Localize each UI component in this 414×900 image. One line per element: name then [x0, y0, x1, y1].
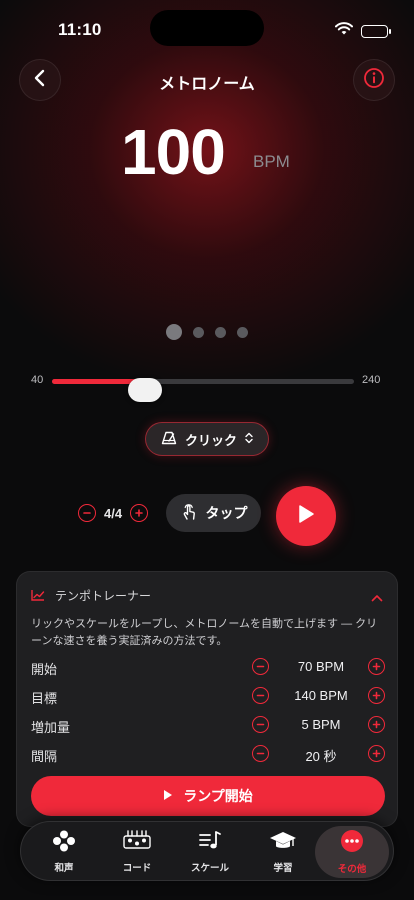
target-decrease-button[interactable]: [252, 687, 269, 704]
minus-icon: [256, 665, 265, 668]
time-signature-increase-button[interactable]: [130, 504, 149, 522]
time-signature-value: 4/4: [104, 505, 123, 521]
row-label: 間隔: [31, 749, 58, 764]
row-label: 目標: [31, 691, 58, 706]
info-icon: [363, 67, 385, 94]
minus-icon: [83, 512, 91, 514]
slider-max-label: 240: [362, 374, 381, 386]
bpm-display: 100 BPM: [0, 112, 414, 192]
nav-item-learn[interactable]: 学習: [246, 826, 320, 878]
interval-increase-button[interactable]: [368, 745, 385, 762]
slider-track[interactable]: [52, 378, 354, 402]
graduation-cap-icon: [269, 830, 297, 857]
trainer-row-interval: 間隔 20 秒: [31, 743, 385, 765]
battery-icon: [361, 24, 391, 38]
plus-icon: [372, 749, 381, 758]
nav-item-harmony[interactable]: 和声: [27, 826, 101, 878]
plus-icon: [372, 691, 381, 700]
interval-decrease-button[interactable]: [252, 745, 269, 762]
tempo-trainer-description: リックやスケールをループし、メトロノームを自動で上げます — クリーンな速さを養…: [31, 618, 378, 647]
beat-dot: [237, 326, 248, 338]
chord-icon: [122, 830, 152, 857]
scale-icon: [198, 830, 222, 857]
status-icons: [335, 22, 391, 40]
harmony-icon: [52, 830, 76, 857]
bpm-unit: BPM: [253, 152, 290, 171]
nav-label: 学習: [273, 863, 293, 874]
beat-indicator: [0, 324, 414, 340]
increment-increase-button[interactable]: [368, 716, 385, 733]
dynamic-island: [150, 10, 264, 46]
time-signature-control: 4/4: [78, 504, 149, 522]
nav-item-scale[interactable]: スケール: [173, 826, 247, 878]
plus-icon: [372, 720, 381, 729]
nav-item-chord[interactable]: コード: [100, 826, 174, 878]
row-label: 開始: [31, 662, 58, 677]
bpm-value: 100: [121, 116, 226, 188]
minus-icon: [256, 752, 265, 755]
status-bar: 11:10: [0, 0, 414, 56]
trainer-row-start: 開始 70 BPM: [31, 656, 385, 678]
trainer-row-increment: 増加量 5 BPM: [31, 714, 385, 736]
sound-selector[interactable]: クリック: [145, 422, 269, 456]
time-signature-decrease-button[interactable]: [78, 504, 96, 522]
start-increase-button[interactable]: [368, 658, 385, 675]
row-label: 増加量: [31, 720, 71, 735]
beat-dot: [193, 326, 204, 338]
target-increase-button[interactable]: [368, 687, 385, 704]
start-ramp-label: ランプ開始: [183, 788, 253, 804]
trend-chart-icon: [31, 588, 45, 606]
transport-controls: 4/4 タップ: [0, 486, 414, 546]
nav-label: 和声: [54, 863, 74, 874]
chevron-up-icon[interactable]: [371, 589, 383, 607]
beat-dot: [215, 326, 226, 338]
beat-dot: [166, 324, 182, 340]
row-value: 70 BPM: [297, 659, 345, 674]
start-ramp-button[interactable]: ランプ開始: [31, 776, 385, 816]
play-icon: [297, 504, 315, 529]
nav-label: スケール: [190, 863, 229, 874]
row-value: 140 BPM: [294, 688, 348, 703]
minus-icon: [256, 694, 265, 697]
slider-min-label: 40: [31, 374, 44, 386]
row-value: 5 BPM: [301, 717, 341, 732]
tap-hand-icon: [180, 503, 198, 524]
minus-icon: [256, 723, 265, 726]
plus-icon: [372, 662, 381, 671]
page-title: メトロノーム: [159, 76, 255, 93]
tempo-trainer-title: テンポトレーナー: [55, 589, 152, 603]
tap-label: タップ: [205, 505, 248, 521]
more-icon: [340, 829, 364, 858]
header: メトロノーム: [0, 58, 414, 102]
sound-label: クリック: [184, 432, 237, 448]
nav-label: コード: [122, 863, 152, 874]
start-decrease-button[interactable]: [252, 658, 269, 675]
tempo-slider[interactable]: 40 240: [0, 370, 414, 402]
nav-item-more[interactable]: その他: [315, 826, 389, 878]
tap-tempo-button[interactable]: タップ: [166, 494, 261, 532]
info-button[interactable]: [353, 59, 395, 101]
nav-label: その他: [337, 864, 367, 875]
metronome-icon: [161, 431, 177, 448]
tempo-trainer-card: テンポトレーナー リックやスケールをループし、メトロノームを自動で上げます — …: [16, 571, 398, 827]
plus-icon: [135, 509, 143, 517]
increment-decrease-button[interactable]: [252, 716, 269, 733]
bottom-nav: 和声 コード スケール 学習 その他: [20, 821, 394, 881]
play-button[interactable]: [276, 486, 336, 546]
tempo-trainer-header[interactable]: テンポトレーナー: [31, 586, 383, 604]
slider-thumb[interactable]: [127, 378, 162, 402]
chevron-up-down-icon: [245, 432, 253, 447]
row-value: 20 秒: [305, 749, 337, 764]
trainer-row-target: 目標 140 BPM: [31, 685, 385, 707]
play-icon: [163, 788, 173, 804]
wifi-icon: [335, 22, 353, 40]
status-time: 11:10: [58, 20, 102, 39]
